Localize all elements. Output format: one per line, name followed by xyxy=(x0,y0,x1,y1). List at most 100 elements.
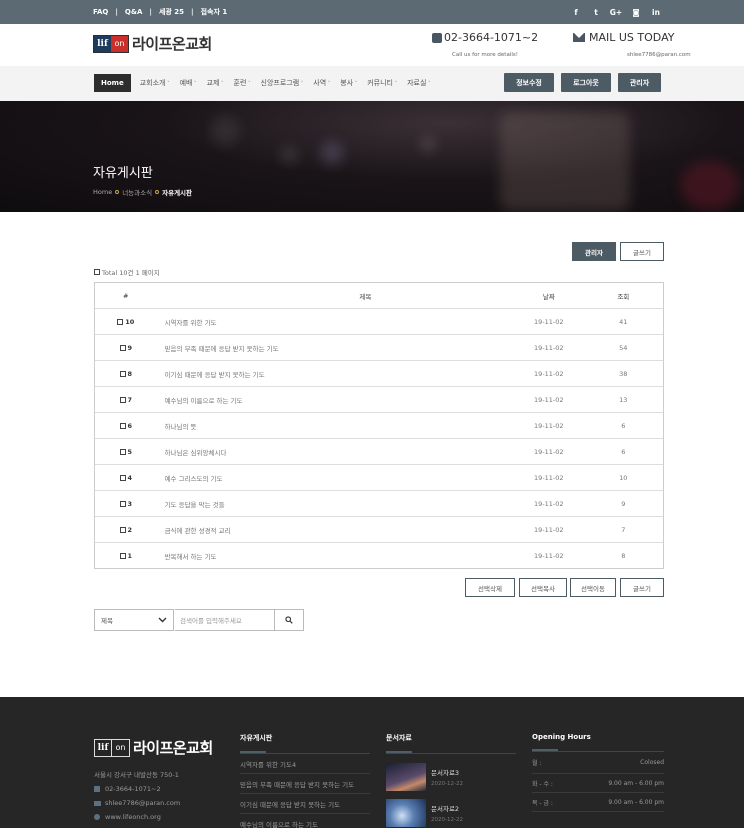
breadcrumb-section[interactable]: 너능과소식 xyxy=(122,187,152,197)
row-checkbox[interactable] xyxy=(119,370,126,377)
row-checkbox[interactable] xyxy=(117,318,124,325)
footer-board: 자유게시판 시역자를 위한 기도4 믿음의 부족 때문에 응답 받지 못하는 기도… xyxy=(240,733,370,828)
table-body: 10 시역자를 위한 기도 19-11-02 41 9 믿음의 부족 때문에 응답 받지 … xyxy=(95,308,663,568)
row-checkbox[interactable] xyxy=(119,422,126,429)
footer-email-text[interactable]: shlee7786@paran.com xyxy=(105,799,180,807)
doc-date: 2020-12-22 xyxy=(431,817,463,823)
admin-button[interactable]: 관리자 xyxy=(618,73,661,92)
divider xyxy=(386,753,516,754)
write-button[interactable]: 글쓰기 xyxy=(620,242,664,261)
google-plus-icon[interactable]: G+ xyxy=(606,8,626,17)
footer-hours: Opening Hours 월 : Colosed 화 - 수 : 9.00 am … xyxy=(532,733,664,812)
footer-board-list: 시역자를 위한 기도4 믿음의 부족 때문에 응답 받지 못하는 기도 이기심 때문… xyxy=(240,754,370,828)
nav-home[interactable]: Home xyxy=(94,74,131,92)
breadcrumb-home[interactable]: Home xyxy=(93,188,112,196)
header-mail: MAIL US TODAY xyxy=(573,31,674,44)
logo-mark-right: on xyxy=(111,35,128,52)
row-title[interactable]: 반복해서 하는 기도 xyxy=(157,551,515,561)
row-checkbox[interactable] xyxy=(119,344,126,351)
table-row[interactable]: 2 금식에 관한 성경적 교리 19-11-02 7 xyxy=(95,516,663,542)
footer-logo[interactable]: lif on 라이프온교회 xyxy=(94,737,213,758)
footer-board-item[interactable]: 믿음의 부족 때문에 응답 받지 못하는 기도 xyxy=(240,774,370,794)
nav-item-programs[interactable]: 신앙프로그램 xyxy=(261,78,304,88)
visitors-link[interactable]: 접속자 1 xyxy=(201,7,228,17)
row-num: 7 xyxy=(95,396,157,404)
edit-profile-button[interactable]: 정보수정 xyxy=(504,73,554,92)
qna-link[interactable]: Q&A xyxy=(125,8,142,16)
row-title[interactable]: 하나님은 심위앙체시다 xyxy=(157,447,515,457)
table-row[interactable]: 6 하나님의 뜻 19-11-02 6 xyxy=(95,412,663,438)
table-row[interactable]: 10 시역자를 위한 기도 19-11-02 41 xyxy=(95,308,663,334)
table-row[interactable]: 3 기도 응답을 막는 것들 19-11-02 9 xyxy=(95,490,663,516)
row-title[interactable]: 믿음의 부족 때문에 응답 받지 못하는 기도 xyxy=(157,343,515,353)
faq-link[interactable]: FAQ xyxy=(93,8,108,16)
nav-item-fellowship[interactable]: 교제 xyxy=(207,78,224,88)
footer-board-item[interactable]: 시역자를 위한 기도4 xyxy=(240,754,370,774)
row-checkbox[interactable] xyxy=(119,552,126,559)
row-date: 19-11-02 xyxy=(534,473,564,482)
twitter-icon[interactable]: t xyxy=(586,8,606,17)
site-logo[interactable]: lif on 라이프온교회 xyxy=(93,33,212,54)
row-checkbox[interactable] xyxy=(119,500,126,507)
row-date: 19-11-02 xyxy=(534,421,564,430)
row-title[interactable]: 하나님의 뜻 xyxy=(157,421,515,431)
nav-item-ministry[interactable]: 사역 xyxy=(313,78,330,88)
delete-selected-button[interactable]: 선택삭제 xyxy=(465,578,515,597)
row-title[interactable]: 이기심 때문에 응답 받지 못하는 기도 xyxy=(157,369,515,379)
copy-selected-button[interactable]: 선택복사 xyxy=(519,578,567,597)
row-num: 5 xyxy=(95,448,157,456)
footer-address: 서울시 강서구 내발산동 750-1 xyxy=(94,771,179,779)
write-button-bottom[interactable]: 글쓰기 xyxy=(620,578,664,597)
row-title[interactable]: 기도 응답을 막는 것들 xyxy=(157,499,515,509)
search-button[interactable] xyxy=(274,609,304,631)
row-views: 38 xyxy=(619,369,628,378)
logout-button[interactable]: 로그아웃 xyxy=(561,73,611,92)
footer-board-item[interactable]: 이기심 때문에 응답 받지 못하는 기도 xyxy=(240,794,370,814)
row-title[interactable]: 시역자를 위한 기도 xyxy=(157,317,515,327)
table-row[interactable]: 1 반복해서 하는 기도 19-11-02 8 xyxy=(95,542,663,568)
nav-item-worship[interactable]: 예배 xyxy=(180,78,197,88)
board-admin-button[interactable]: 관리자 xyxy=(572,242,616,261)
row-views: 13 xyxy=(619,395,628,404)
search-field-select[interactable]: 제목 xyxy=(94,609,174,631)
doc-item[interactable]: 문서자료3 2020-12-22 xyxy=(386,763,516,791)
table-row[interactable]: 5 하나님은 심위앙체시다 19-11-02 6 xyxy=(95,438,663,464)
main-nav: Home 교회소개 예배 교제 훈련 신앙프로그램 사역 봉사 커뮤니티 자료실 xyxy=(94,74,436,92)
total-text: Total 10건 1 페이지 xyxy=(102,269,160,277)
nav-item-training[interactable]: 훈련 xyxy=(234,78,251,88)
row-checkbox[interactable] xyxy=(119,474,126,481)
nav-item-community[interactable]: 커뮤니티 xyxy=(367,78,397,88)
linkedin-icon[interactable]: in xyxy=(646,8,666,17)
divider: | xyxy=(191,8,194,16)
col-date: 날짜 xyxy=(542,292,555,301)
search-input[interactable]: 검색어를 입력해주세요 xyxy=(175,609,275,631)
row-title[interactable]: 금식에 관한 성경적 교리 xyxy=(157,525,515,535)
move-selected-button[interactable]: 선택이동 xyxy=(570,578,616,597)
footer-website-text[interactable]: www.lifeonch.org xyxy=(105,813,161,821)
nav-item-archive[interactable]: 자료실 xyxy=(407,78,430,88)
row-title[interactable]: 예수님의 이름으로 하는 기도 xyxy=(157,395,515,405)
facebook-icon[interactable]: f xyxy=(566,8,586,17)
row-num: 10 xyxy=(95,318,157,326)
top-links: FAQ | Q&A | 세광 25 | 접속자 1 xyxy=(93,0,227,24)
table-row[interactable]: 8 이기심 때문에 응답 받지 못하는 기도 19-11-02 38 xyxy=(95,360,663,386)
row-checkbox[interactable] xyxy=(119,526,126,533)
hours-row: 목 - 금 : 9.00 am - 6.00 pm xyxy=(532,793,664,812)
new-posts-link[interactable]: 세광 25 xyxy=(159,7,184,17)
footer-board-item[interactable]: 예수님의 이름으로 하는 기도 xyxy=(240,814,370,828)
row-checkbox[interactable] xyxy=(119,448,126,455)
instagram-icon[interactable]: ◙ xyxy=(626,8,646,17)
board-table: # 제목 날짜 조회 10 시역자를 위한 기도 19-11-02 41 9 믿음의 부족… xyxy=(94,282,664,569)
table-row[interactable]: 7 예수님의 이름으로 하는 기도 19-11-02 13 xyxy=(95,386,663,412)
table-row[interactable]: 4 예수 그리스도의 기도 19-11-02 10 xyxy=(95,464,663,490)
nav-item-about[interactable]: 교회소개 xyxy=(140,78,170,88)
mail-address: shlee7786@paran.com xyxy=(627,52,691,58)
row-title[interactable]: 예수 그리스도의 기도 xyxy=(157,473,515,483)
row-checkbox[interactable] xyxy=(119,396,126,403)
hours-time: 9.00 am - 6.00 pm xyxy=(608,798,664,806)
doc-item[interactable]: 문서자료2 2020-12-22 xyxy=(386,799,516,827)
search-select-value: 제목 xyxy=(101,617,113,625)
nav-item-service[interactable]: 봉사 xyxy=(340,78,357,88)
footer-logo-mark-right: on xyxy=(112,739,129,756)
table-row[interactable]: 9 믿음의 부족 때문에 응답 받지 못하는 기도 19-11-02 54 xyxy=(95,334,663,360)
